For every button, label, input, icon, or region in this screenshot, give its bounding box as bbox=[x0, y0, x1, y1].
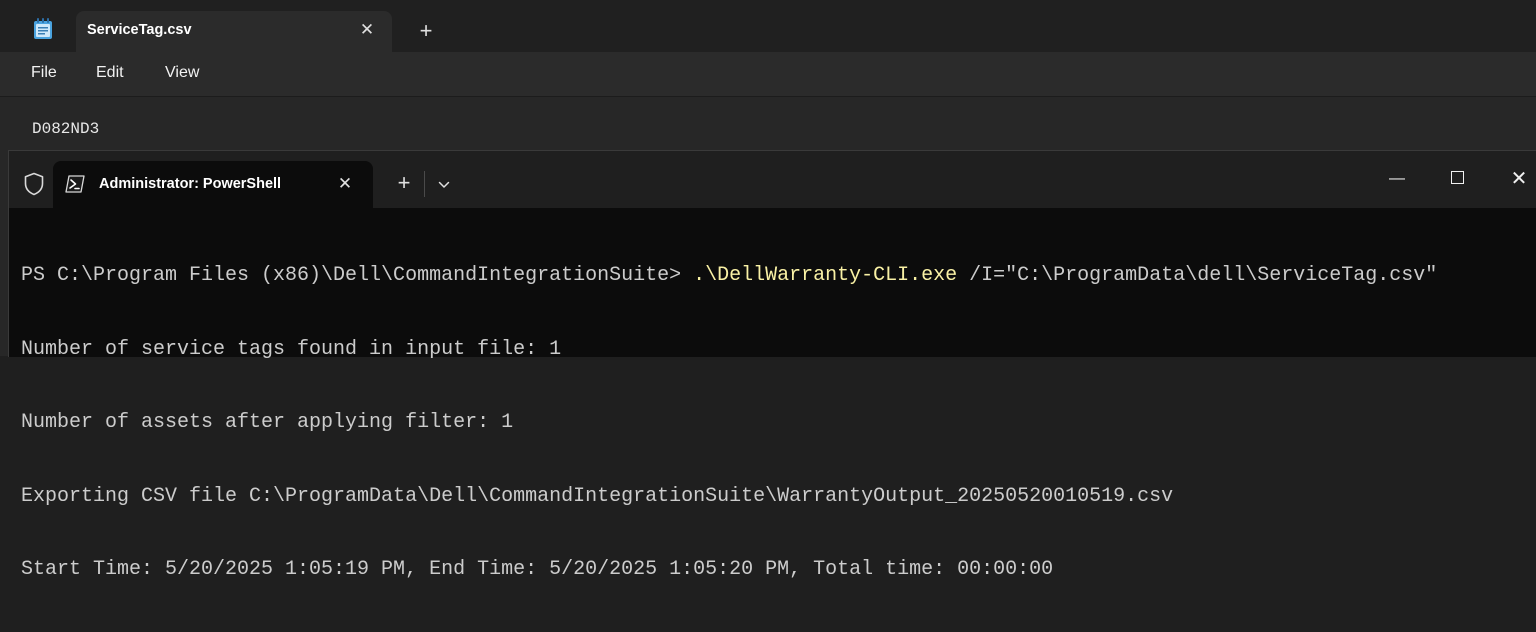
editor-line: D082ND3 bbox=[32, 120, 100, 138]
notepad-tab[interactable]: ServiceTag.csv ✕ bbox=[76, 11, 392, 52]
command-executable: .\DellWarranty-CLI.exe bbox=[693, 264, 958, 287]
console-output[interactable]: PS C:\Program Files (x86)\Dell\CommandIn… bbox=[21, 215, 1531, 581]
minimize-icon[interactable]: — bbox=[1379, 165, 1415, 193]
notepad-icon bbox=[34, 18, 52, 39]
menu-view[interactable]: View bbox=[165, 64, 199, 82]
terminal-new-tab-button[interactable]: + bbox=[393, 171, 415, 195]
chevron-down-icon[interactable] bbox=[433, 173, 455, 195]
output-line: Exporting CSV file C:\ProgramData\Dell\C… bbox=[21, 484, 1174, 508]
close-tab-icon[interactable]: ✕ bbox=[356, 19, 378, 41]
terminal-title-bar: Administrator: PowerShell ✕ + — ✕ bbox=[9, 151, 1536, 208]
shield-icon bbox=[24, 172, 44, 196]
output-line: Start Time: 5/20/2025 1:05:19 PM, End Ti… bbox=[21, 558, 1054, 581]
command-arguments: /I="C:\ProgramData\dell\ServiceTag.csv" bbox=[957, 264, 1438, 287]
terminal-tab[interactable]: Administrator: PowerShell ✕ bbox=[53, 161, 373, 208]
notepad-menu-bar: File Edit View bbox=[0, 52, 1536, 97]
powershell-icon bbox=[65, 175, 85, 193]
notepad-new-tab-button[interactable]: + bbox=[414, 19, 438, 43]
notepad-tab-title: ServiceTag.csv bbox=[87, 22, 192, 38]
menu-file[interactable]: File bbox=[31, 64, 57, 82]
maximize-icon[interactable] bbox=[1439, 165, 1475, 193]
terminal-tab-title: Administrator: PowerShell bbox=[99, 176, 282, 192]
menu-edit[interactable]: Edit bbox=[96, 64, 124, 82]
close-window-icon[interactable]: ✕ bbox=[1501, 165, 1536, 193]
notepad-editor[interactable]: D082ND3 bbox=[0, 97, 1536, 157]
tab-divider bbox=[424, 171, 425, 197]
terminal-window: Administrator: PowerShell ✕ + — ✕ PS C:\… bbox=[8, 150, 1536, 581]
output-line: Number of service tags found in input fi… bbox=[21, 337, 562, 361]
notepad-title-bar: ServiceTag.csv ✕ + bbox=[0, 0, 1536, 52]
command-line: PS C:\Program Files (x86)\Dell\CommandIn… bbox=[21, 264, 1531, 289]
output-line: Number of assets after applying filter: … bbox=[21, 411, 514, 434]
close-tab-icon[interactable]: ✕ bbox=[334, 173, 356, 195]
prompt: PS C:\Program Files (x86)\Dell\CommandIn… bbox=[21, 264, 694, 287]
